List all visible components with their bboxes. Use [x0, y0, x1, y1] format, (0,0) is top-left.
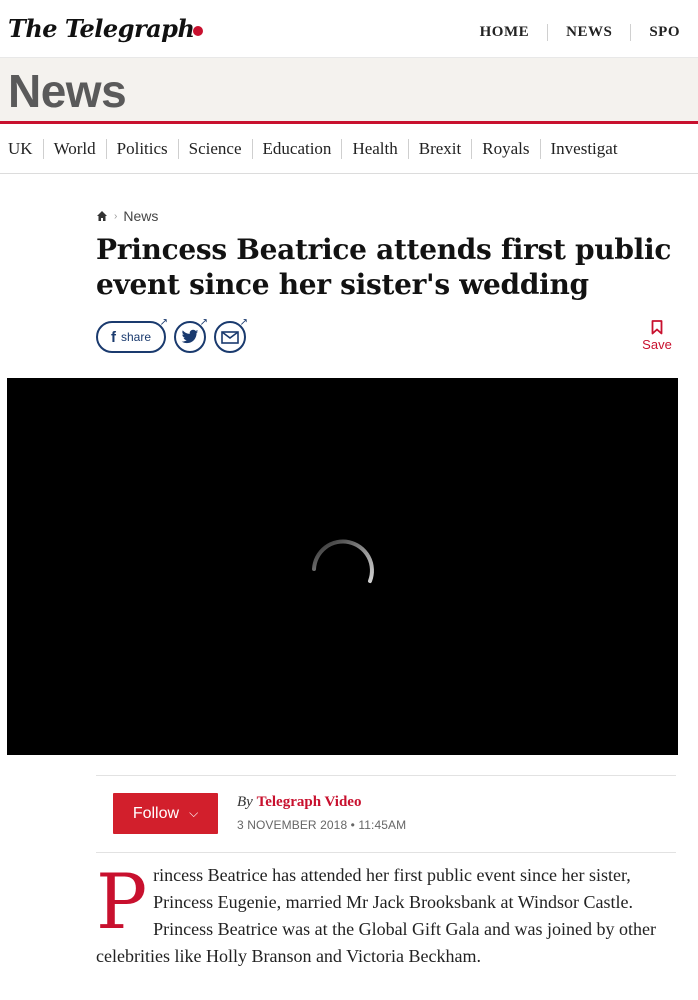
article-body: Princess Beatrice has attended her first… — [96, 862, 676, 970]
section-header: News — [0, 58, 698, 124]
facebook-icon: f — [110, 328, 116, 346]
sub-nav-royals[interactable]: Royals — [471, 138, 539, 159]
follow-button[interactable]: Follow ⌵ — [113, 793, 218, 834]
sub-nav-health[interactable]: Health — [341, 138, 407, 159]
breadcrumb-news[interactable]: News — [123, 208, 158, 224]
twitter-share-button[interactable]: ↗ — [174, 317, 208, 353]
sub-nav-science[interactable]: Science — [177, 138, 252, 159]
external-arrow-icon: ↗ — [239, 317, 248, 328]
section-sub-nav: UK World Politics Science Education Heal… — [0, 124, 698, 174]
home-icon[interactable] — [96, 210, 108, 222]
email-share-button[interactable]: ↗ — [214, 317, 248, 353]
sub-nav-world[interactable]: World — [42, 138, 106, 159]
poppy-icon — [193, 25, 204, 36]
drop-cap: P — [96, 857, 148, 946]
chevron-down-icon: ⌵ — [189, 806, 199, 820]
facebook-share-button[interactable]: f share ↗ — [96, 317, 168, 353]
sub-nav-education[interactable]: Education — [251, 138, 342, 159]
sub-nav-uk[interactable]: UK — [6, 139, 43, 159]
loading-spinner-icon — [312, 539, 374, 583]
follow-label: Follow — [132, 804, 180, 822]
facebook-share-label: share — [120, 330, 152, 344]
section-title[interactable]: News — [8, 64, 127, 118]
external-arrow-icon: ↗ — [199, 317, 208, 328]
sub-nav-brexit[interactable]: Brexit — [407, 138, 472, 159]
breadcrumb-separator: › — [114, 210, 118, 222]
author-link[interactable]: Telegraph Video — [257, 794, 362, 810]
top-nav: HOME NEWS SPO — [462, 24, 698, 41]
masthead: The Telegraph HOME NEWS SPO — [0, 0, 698, 58]
top-nav-home[interactable]: HOME — [462, 24, 548, 41]
divider — [96, 852, 676, 853]
external-arrow-icon: ↗ — [159, 317, 168, 328]
envelope-icon — [221, 330, 239, 344]
logo-text: The Telegraph — [8, 14, 195, 43]
divider — [96, 775, 676, 776]
save-button[interactable]: Save — [640, 320, 674, 352]
article-headline: Princess Beatrice attends first public e… — [96, 233, 672, 301]
publish-date: 3 NOVEMBER 2018 • 11:45AM — [237, 818, 407, 832]
byline: By Telegraph Video — [237, 794, 361, 811]
save-label: Save — [642, 337, 672, 352]
bookmark-icon — [651, 320, 663, 335]
share-row: f share ↗ ↗ ↗ — [96, 317, 254, 353]
top-nav-news[interactable]: NEWS — [547, 24, 630, 41]
sub-nav-investigations[interactable]: Investigat — [539, 138, 628, 159]
article-paragraph: rincess Beatrice has attended her first … — [96, 865, 656, 966]
twitter-icon — [181, 329, 199, 344]
byline-prefix: By — [237, 794, 253, 810]
telegraph-logo[interactable]: The Telegraph — [8, 14, 204, 43]
breadcrumb: › News — [96, 208, 158, 224]
top-nav-sport[interactable]: SPO — [630, 24, 698, 41]
sub-nav-politics[interactable]: Politics — [105, 138, 178, 159]
